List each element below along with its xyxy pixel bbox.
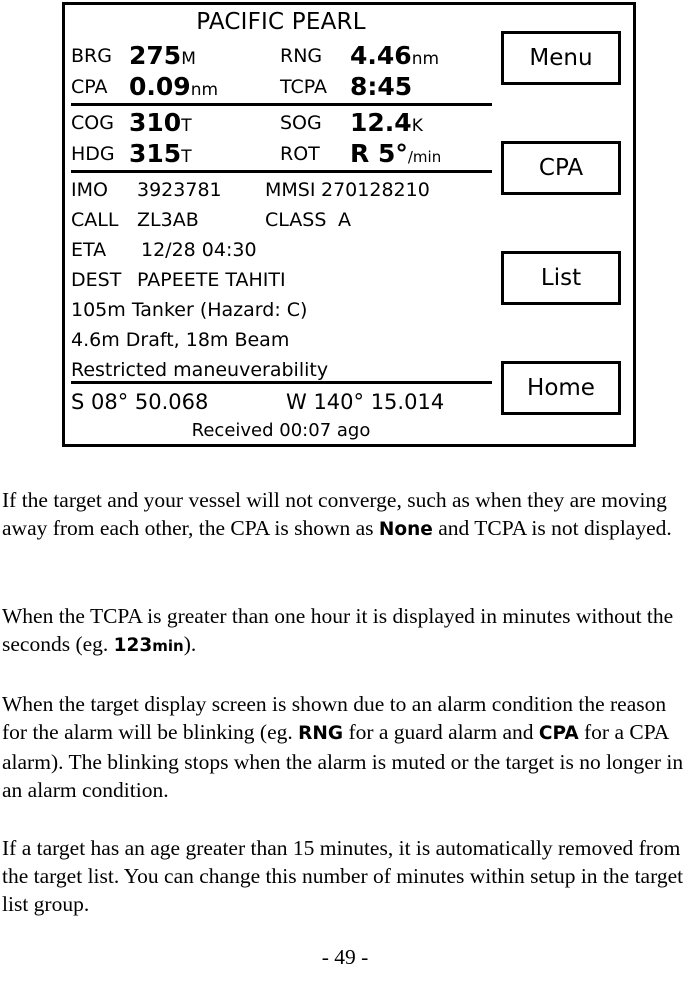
rot-unit: /min (407, 148, 442, 166)
brg-value: 275M (129, 41, 196, 70)
class-value: A (338, 209, 351, 231)
dest-value: PAPEETE TAHITI (137, 269, 286, 291)
inline-ui-term: None (378, 519, 433, 540)
brg-label: BRG (71, 45, 112, 67)
mmsi-label: MMSI (265, 179, 316, 201)
softkey-home-label: Home (527, 375, 595, 401)
longitude-value: W 140° 15.014 (286, 390, 445, 414)
brg-unit: M (181, 49, 196, 69)
cog-value: 310T (129, 108, 192, 137)
softkey-list-label: List (540, 265, 582, 291)
call-label: CALL (71, 209, 119, 231)
cpa-label: CPA (71, 76, 108, 98)
inline-ui-term: 123min (113, 635, 184, 656)
softkey-menu[interactable]: Menu (501, 31, 621, 85)
class-label: CLASS (265, 209, 327, 231)
sog-label: SOG (280, 112, 322, 134)
paragraph-tcpa-minutes: When the TCPA is greater than one hour i… (2, 604, 674, 656)
cpa-value: 0.09nm (129, 72, 219, 101)
data-row-cog-sog: COG 310T SOG 12.4K (65, 108, 497, 138)
target-data-pane: PACIFIC PEARL BRG 275M RNG 4.46nm CPA 0.… (65, 5, 497, 444)
hdg-value: 315T (129, 139, 192, 168)
softkey-menu-label: Menu (529, 45, 593, 71)
data-row-call-class: CALL ZL3AB CLASS A (65, 205, 497, 235)
ais-target-display-screen: PACIFIC PEARL BRG 275M RNG 4.46nm CPA 0.… (62, 2, 636, 447)
divider-3 (71, 381, 492, 384)
data-row-brg-rng: BRG 275M RNG 4.46nm (65, 41, 497, 71)
softkey-cpa-label: CPA (538, 155, 584, 181)
hdg-unit: T (181, 147, 192, 167)
imo-label: IMO (71, 179, 108, 201)
inline-ui-term-suffix: min (152, 637, 184, 655)
sog-unit: K (411, 116, 423, 136)
rng-value: 4.46nm (350, 41, 440, 70)
tcpa-value: 8:45 (350, 72, 413, 101)
vessel-dimensions-line: 105m Tanker (Hazard: C) (71, 299, 308, 321)
softkey-home[interactable]: Home (501, 361, 621, 415)
rng-label: RNG (280, 45, 323, 67)
hdg-label: HDG (71, 143, 115, 165)
divider-2 (71, 170, 492, 173)
rot-label: ROT (280, 143, 320, 165)
call-value: ZL3AB (137, 209, 199, 231)
softkey-cpa[interactable]: CPA (501, 141, 621, 195)
tcpa-label: TCPA (280, 76, 327, 98)
vessel-name-title: PACIFIC PEARL (196, 9, 366, 35)
rot-value: R 5°/min (350, 139, 442, 168)
data-row-dest: DEST PAPEETE TAHITI (65, 265, 497, 295)
eta-label: ETA (71, 239, 107, 261)
inline-ui-term: RNG (298, 723, 344, 744)
vessel-draft-beam-line: 4.6m Draft, 18m Beam (71, 329, 290, 351)
received-age-text: Received 00:07 ago (191, 420, 371, 441)
latitude-value: S 08° 50.068 (71, 390, 209, 414)
sog-value: 12.4K (350, 108, 423, 137)
softkey-list[interactable]: List (501, 251, 621, 305)
data-row-eta: ETA 12/28 04:30 (65, 235, 497, 265)
eta-value: 12/28 04:30 (141, 239, 257, 261)
rng-unit: nm (411, 49, 440, 69)
data-row-imo-mmsi: IMO 3923781 MMSI 270128210 (65, 175, 497, 205)
paragraph-cpa-none: If the target and your vessel will not c… (2, 488, 672, 540)
paragraph-alarm-blinking: When the target display screen is shown … (2, 692, 684, 802)
data-row-hdg-rot: HDG 315T ROT R 5°/min (65, 139, 497, 169)
data-row-cpa-tcpa: CPA 0.09nm TCPA 8:45 (65, 72, 497, 102)
page-number: - 49 - (321, 945, 369, 969)
paragraph-target-age: If a target has an age greater than 15 m… (2, 836, 684, 916)
cog-unit: T (181, 116, 192, 136)
dest-label: DEST (71, 269, 122, 291)
imo-value: 3923781 (137, 179, 222, 201)
cpa-unit: nm (190, 80, 219, 100)
cog-label: COG (71, 112, 114, 134)
inline-ui-term: CPA (538, 723, 579, 744)
divider-1 (71, 103, 492, 106)
mmsi-value: 270128210 (321, 179, 430, 201)
